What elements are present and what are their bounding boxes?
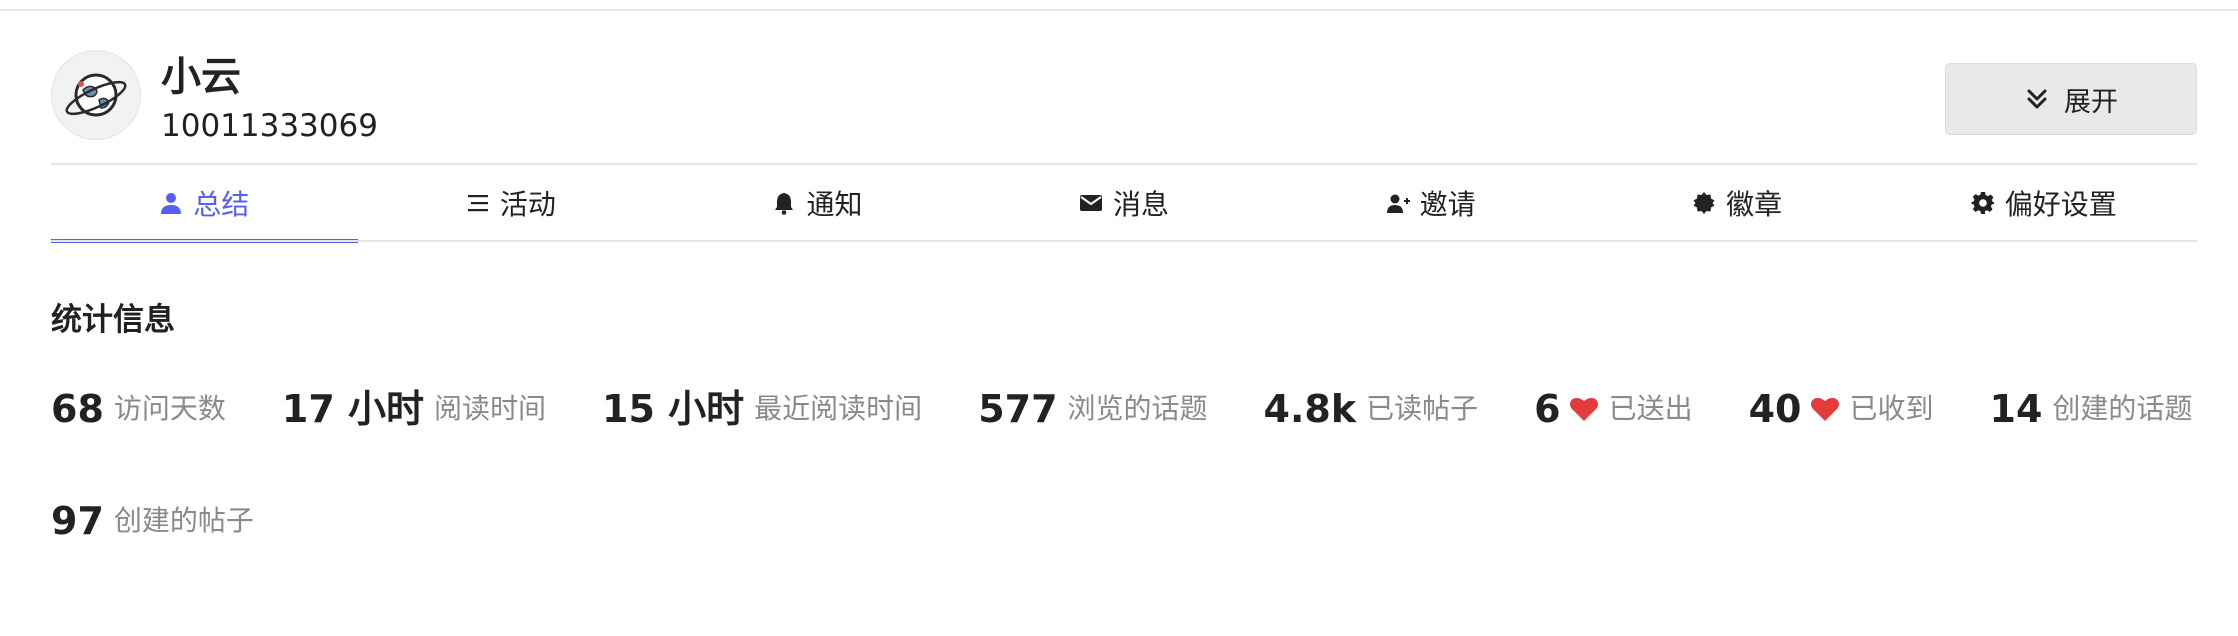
tab-label: 邀请 <box>1419 188 1476 221</box>
stat-label: 已收到 <box>1849 392 1934 425</box>
stat-value: 14 <box>1989 387 2043 431</box>
stats-row: 97 创建的帖子 <box>51 496 310 546</box>
stat-likes-received: 40 已收到 <box>1749 384 1934 434</box>
stat-label: 浏览的话题 <box>1067 392 1208 425</box>
avatar[interactable] <box>51 50 141 140</box>
stat-value: 40 <box>1748 387 1802 431</box>
user-plus-icon <box>1386 194 1410 213</box>
profile-tabs: 总结 活动 通知 消息 邀请 徽章 偏好设置 <box>51 165 2197 243</box>
stat-topics-created: 14 创建的话题 <box>1990 384 2193 434</box>
tab-preferences[interactable]: 偏好设置 <box>1890 165 2197 241</box>
planet-icon <box>65 73 127 117</box>
tab-badges[interactable]: 徽章 <box>1584 165 1891 241</box>
stat-label: 最近阅读时间 <box>754 392 923 425</box>
stat-topics-viewed: 577 浏览的话题 <box>978 384 1207 434</box>
stat-posts-created: 97 创建的帖子 <box>51 496 254 546</box>
stat-label: 创建的帖子 <box>113 504 254 537</box>
stat-label: 创建的话题 <box>2052 392 2193 425</box>
divider <box>51 240 2197 242</box>
stat-value: 15 小时 <box>602 387 745 431</box>
tab-label: 总结 <box>193 188 250 221</box>
tab-label: 徽章 <box>1726 188 1783 221</box>
stat-value: 6 <box>1534 387 1561 431</box>
stat-value: 97 <box>51 499 104 543</box>
expand-label: 展开 <box>2064 86 2118 118</box>
stats-title: 统计信息 <box>51 302 175 338</box>
stat-likes-given: 6 已送出 <box>1534 384 1692 434</box>
top-border <box>0 0 2238 11</box>
tab-notifications[interactable]: 通知 <box>664 165 971 241</box>
user-header: 小云 10011333069 展开 <box>51 50 2197 162</box>
bell-icon <box>775 193 794 215</box>
tab-label: 通知 <box>806 188 863 221</box>
double-chevron-down-icon <box>2027 89 2047 109</box>
stat-read-time: 17 小时 阅读时间 <box>282 384 546 434</box>
user-id: 10011333069 <box>161 108 378 144</box>
badge-icon <box>1693 192 1715 214</box>
tab-invites[interactable]: 邀请 <box>1277 165 1584 241</box>
stat-value: 577 <box>978 387 1058 431</box>
tab-summary[interactable]: 总结 <box>51 165 358 243</box>
tab-activity[interactable]: 活动 <box>358 165 665 241</box>
stat-value: 4.8k <box>1263 387 1357 431</box>
list-icon <box>467 195 488 212</box>
expand-button[interactable]: 展开 <box>1945 63 2197 135</box>
stat-value: 17 小时 <box>281 387 425 431</box>
stat-recent-read-time: 15 小时 最近阅读时间 <box>602 384 922 434</box>
stat-visit-days: 68 访问天数 <box>51 384 226 434</box>
gear-icon <box>1971 192 1994 214</box>
stat-label: 阅读时间 <box>434 392 547 425</box>
tab-label: 活动 <box>499 188 556 221</box>
stat-posts-read: 4.8k 已读帖子 <box>1264 384 1479 434</box>
tab-messages[interactable]: 消息 <box>971 165 1278 241</box>
user-name: 小云 <box>161 54 241 100</box>
heart-icon <box>1569 395 1599 423</box>
stat-value: 68 <box>51 387 104 431</box>
envelope-icon <box>1080 195 1103 211</box>
user-icon <box>161 193 182 214</box>
stat-label: 访问天数 <box>113 392 226 425</box>
stat-label: 已读帖子 <box>1366 392 1479 425</box>
stat-label: 已送出 <box>1608 392 1693 425</box>
heart-icon <box>1810 395 1840 423</box>
stats-row: 68 访问天数 17 小时 阅读时间 15 小时 最近阅读时间 577 浏览的话… <box>51 384 2238 434</box>
tab-label: 消息 <box>1113 188 1170 221</box>
tab-label: 偏好设置 <box>2004 188 2117 221</box>
